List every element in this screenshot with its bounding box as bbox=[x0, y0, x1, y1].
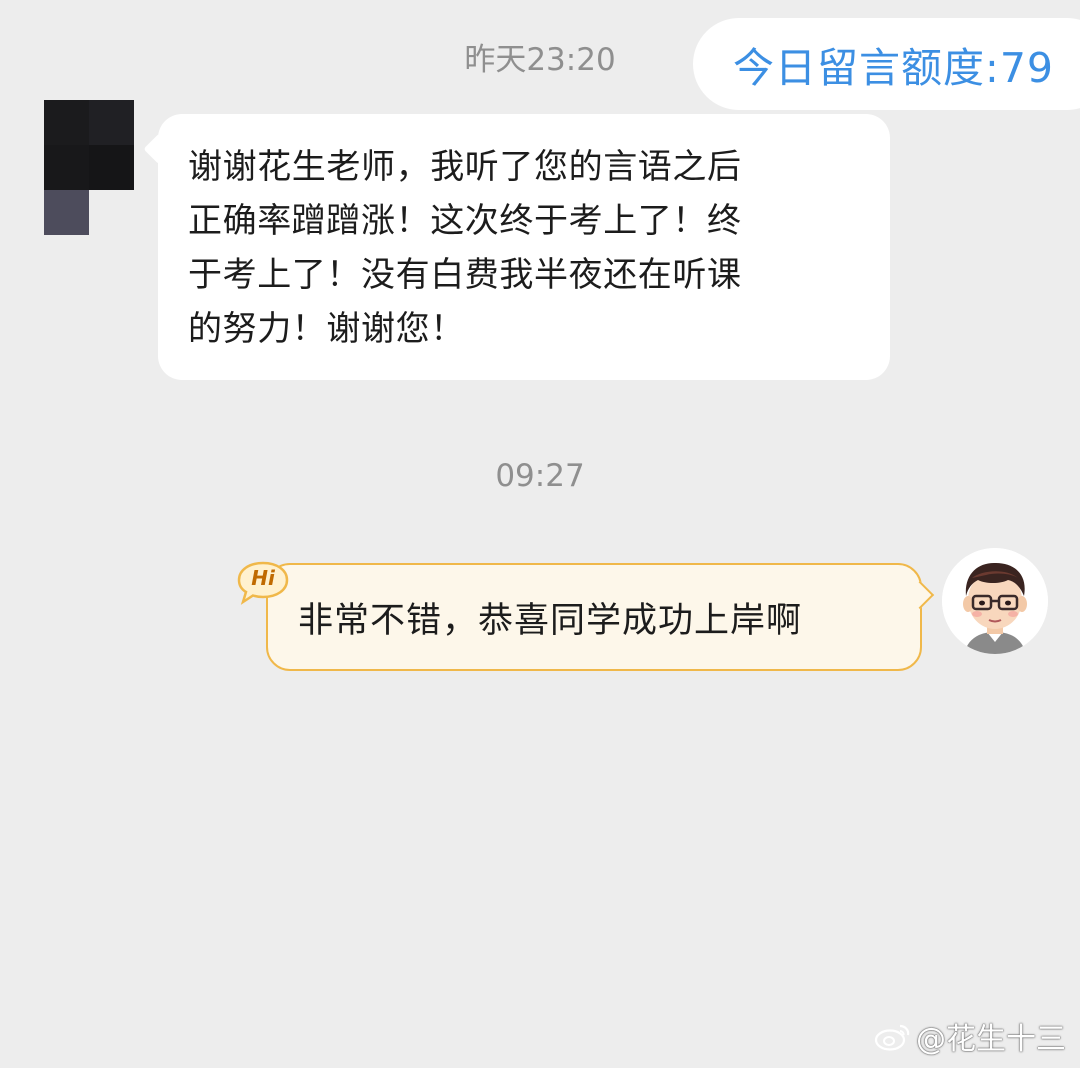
incoming-message-line: 正确率蹭蹭涨！这次终于考上了！终 bbox=[188, 201, 742, 241]
incoming-message-line: 谢谢花生老师，我听了您的言语之后 bbox=[188, 147, 742, 187]
weibo-icon bbox=[874, 1024, 910, 1051]
timestamp-yesterday: 昨天23:20 bbox=[464, 42, 616, 78]
outgoing-message-text: 非常不错，恭喜同学成功上岸啊 bbox=[298, 600, 803, 641]
incoming-message-bubble[interactable]: 谢谢花生老师，我听了您的言语之后 正确率蹭蹭涨！这次终于考上了！终 于考上了！没… bbox=[158, 114, 890, 380]
watermark-text: @花生十三 bbox=[916, 1022, 1066, 1057]
weibo-watermark: @花生十三 bbox=[874, 1014, 1066, 1058]
sender-avatar-blurred[interactable] bbox=[44, 100, 134, 236]
outgoing-message-bubble[interactable]: 非常不错，恭喜同学成功上岸啊 bbox=[266, 563, 922, 671]
hi-badge-label: Hi bbox=[251, 566, 275, 590]
user-avatar[interactable] bbox=[942, 548, 1048, 654]
cartoon-face-icon bbox=[942, 548, 1048, 654]
hi-badge-icon: Hi bbox=[237, 560, 289, 606]
incoming-message-line: 的努力！谢谢您！ bbox=[188, 309, 465, 349]
incoming-message-line: 于考上了！没有白费我半夜还在听课 bbox=[188, 255, 742, 295]
timestamp-today: 09:27 bbox=[495, 458, 585, 494]
